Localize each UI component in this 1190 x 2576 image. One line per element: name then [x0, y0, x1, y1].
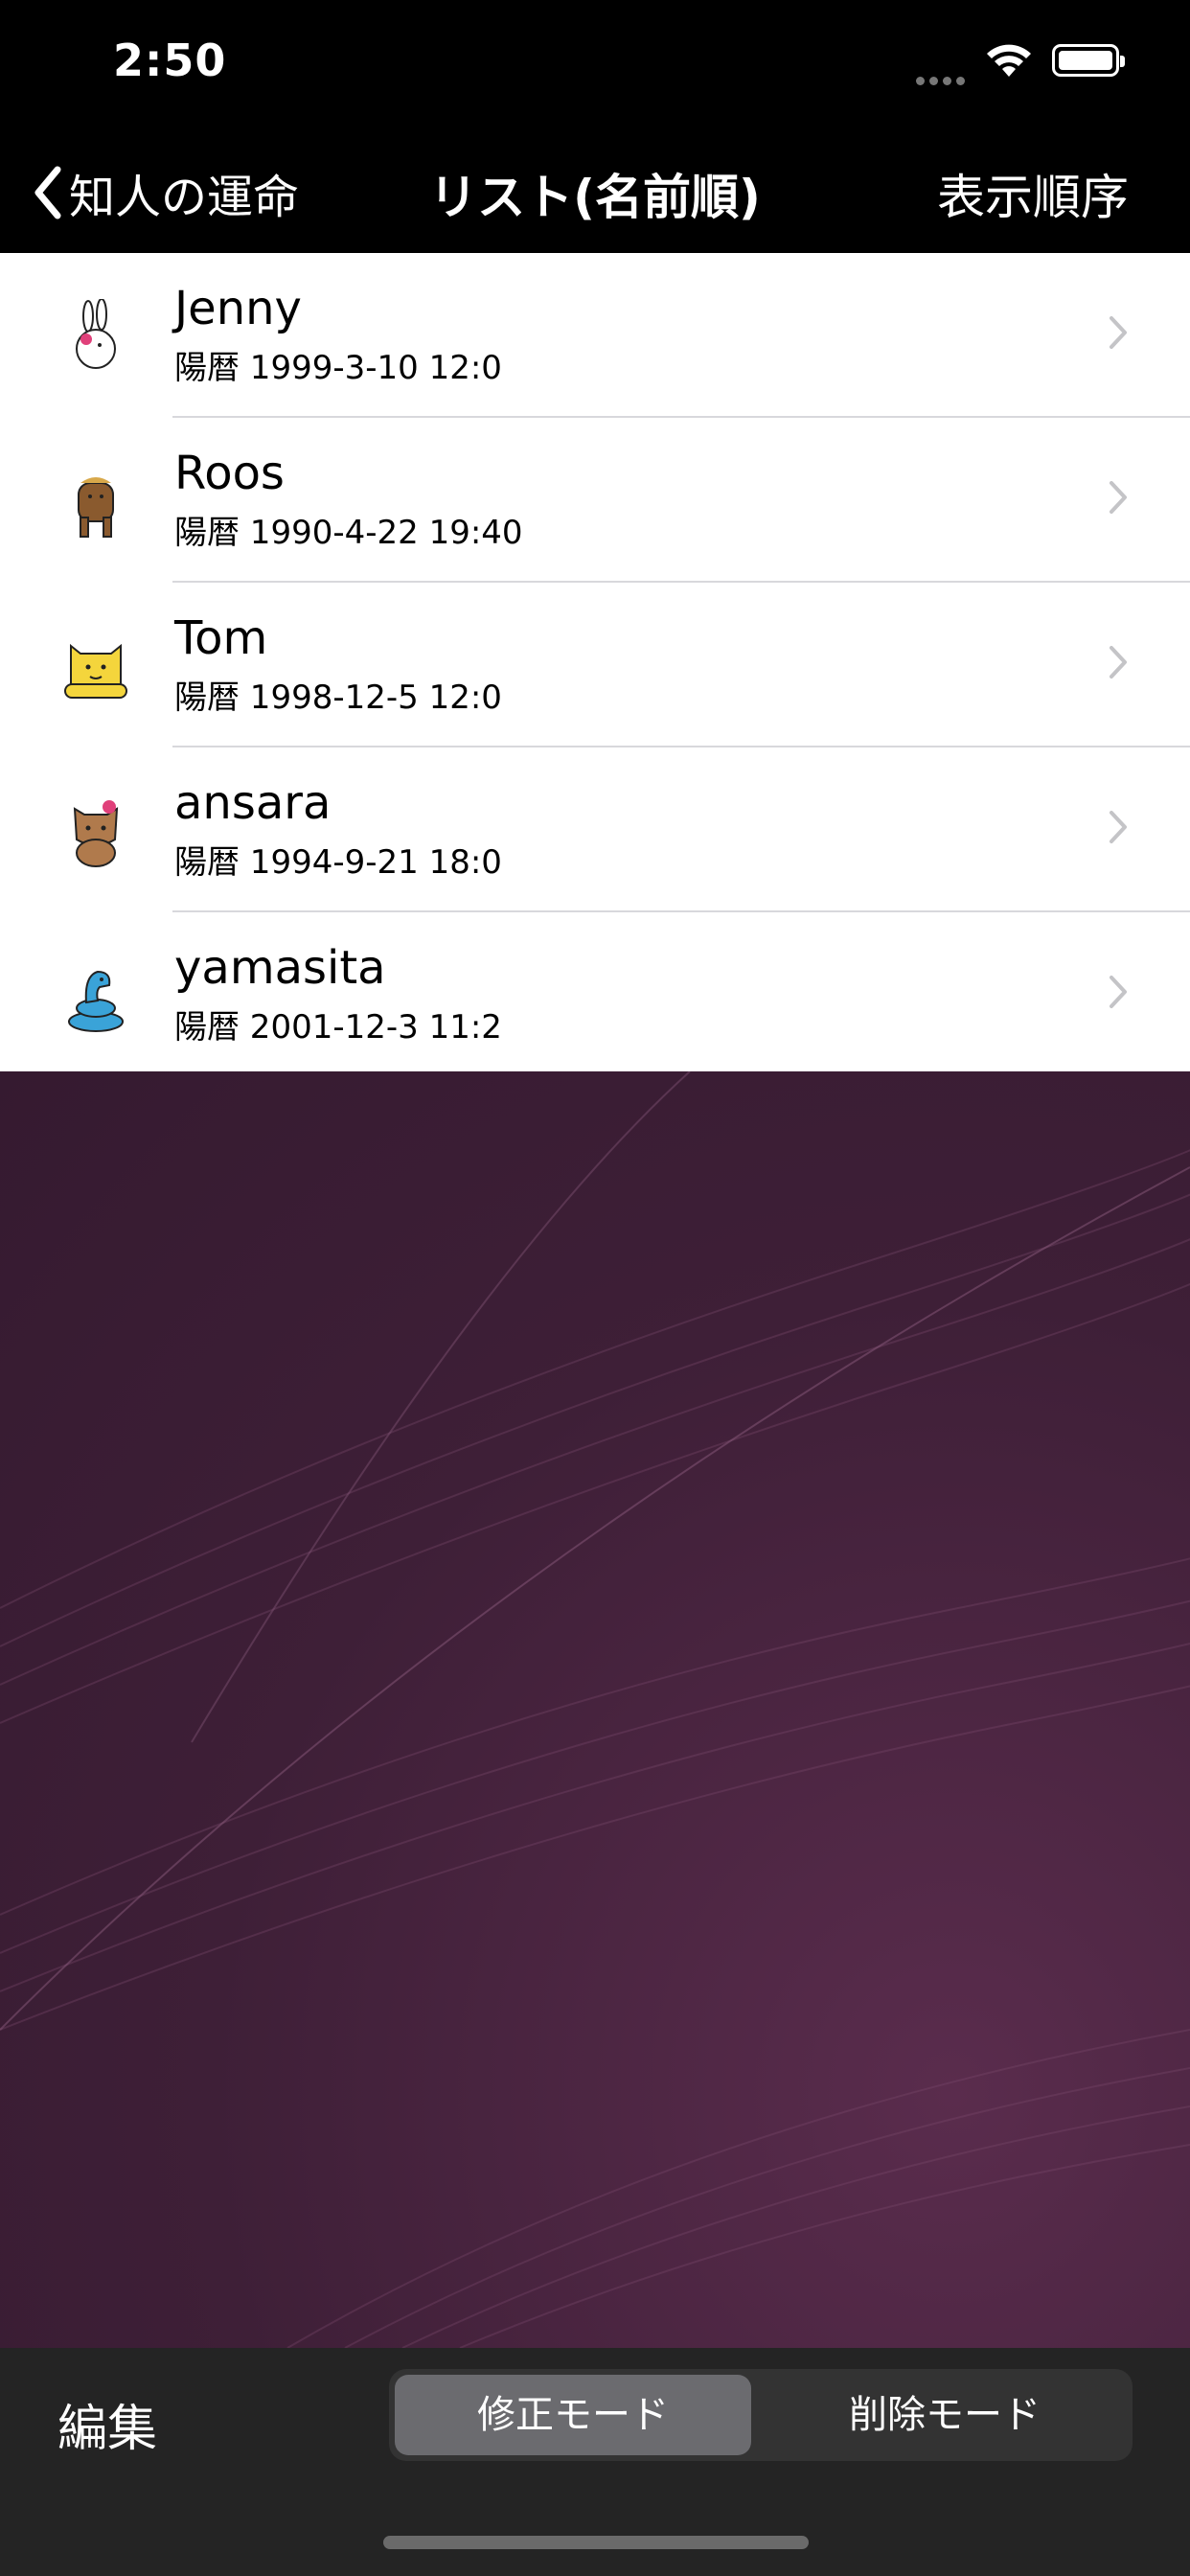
segment-edit-mode[interactable]: 修正モード — [395, 2375, 751, 2455]
birth-date: 陽暦 1998-12-5 12:0 — [174, 678, 502, 717]
status-bar: 2:50 — [0, 0, 1190, 126]
navigation-bar: 知人の運命 リスト(名前順) 表示順序 — [0, 126, 1190, 253]
home-indicator — [383, 2536, 809, 2549]
mode-segmented-control: 修正モード 削除モード — [389, 2369, 1133, 2461]
list-item[interactable]: Tom 陽暦 1998-12-5 12:0 — [64, 583, 1190, 748]
chevron-right-icon — [1110, 811, 1127, 843]
rabbit-icon — [76, 299, 116, 369]
bottom-toolbar: 編集 修正モード 削除モード — [0, 2348, 1190, 2576]
horse-icon — [78, 477, 114, 538]
list-item[interactable]: Jenny 陽暦 1999-3-10 12:0 — [76, 253, 1190, 418]
chevron-right-icon — [1110, 481, 1127, 514]
person-name: Tom — [174, 611, 268, 665]
person-name: Roos — [174, 447, 285, 500]
tiger-icon — [64, 643, 127, 699]
list-item[interactable]: yamasita 陽暦 2001-12-3 11:2 — [68, 912, 1190, 1075]
edit-button[interactable]: 編集 — [57, 2388, 157, 2460]
list-item[interactable]: ansara 陽暦 1994-9-21 18:0 — [73, 748, 1190, 912]
birth-date: 陽暦 1994-9-21 18:0 — [174, 843, 502, 882]
person-name: ansara — [174, 776, 332, 830]
dog-icon — [73, 800, 119, 867]
list-item[interactable]: Roos 陽暦 1990-4-22 19:40 — [78, 418, 1190, 583]
person-name: Jenny — [174, 282, 302, 335]
birth-date: 陽暦 1990-4-22 19:40 — [174, 514, 523, 552]
segment-delete-mode[interactable]: 削除モード — [763, 2375, 1127, 2455]
battery-icon — [1052, 44, 1125, 77]
status-time: 2:50 — [113, 34, 227, 86]
person-list: Jenny 陽暦 1999-3-10 12:0 Roos 陽暦 1990-4-2… — [0, 253, 1190, 1071]
chevron-right-icon — [1110, 316, 1127, 349]
birth-date: 陽暦 1999-3-10 12:0 — [174, 349, 502, 387]
snake-icon — [68, 970, 124, 1032]
chevron-right-icon — [1110, 976, 1127, 1008]
person-name: yamasita — [174, 941, 386, 995]
sort-order-button[interactable]: 表示順序 — [937, 159, 1129, 228]
cellular-signal-icon — [916, 71, 970, 89]
wifi-icon — [985, 44, 1033, 82]
birth-date: 陽暦 2001-12-3 11:2 — [174, 1008, 502, 1046]
chevron-right-icon — [1110, 646, 1127, 678]
background-wave-pattern — [0, 1071, 1190, 2348]
